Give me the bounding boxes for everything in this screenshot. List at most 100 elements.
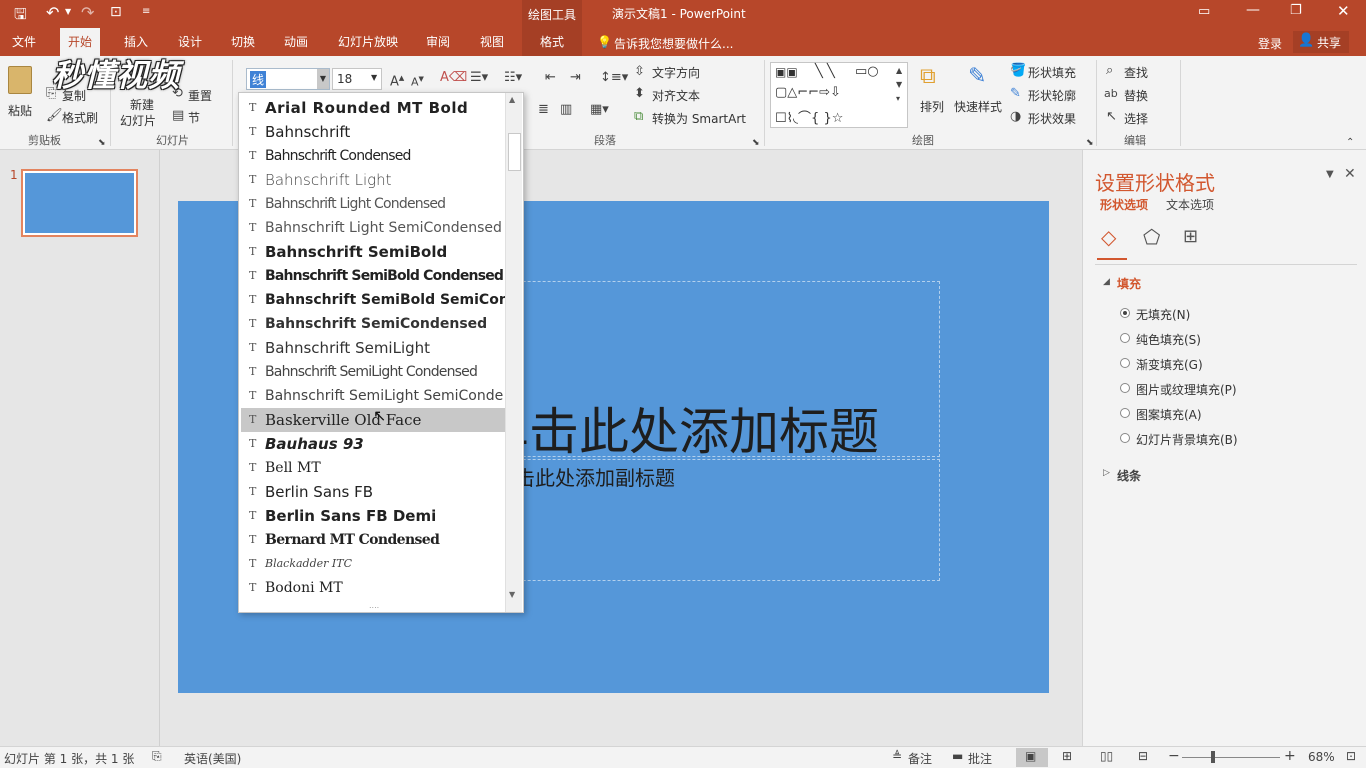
font-size-box[interactable]: 18 ▼ xyxy=(332,68,382,90)
rounded-rect-shape-icon[interactable]: ▢△⌐⌐⇨⇩ xyxy=(775,85,841,100)
line-expand-icon[interactable]: ▷ xyxy=(1103,468,1110,478)
spellcheck-icon[interactable]: ⎘ xyxy=(152,749,162,764)
convert-smartart-button[interactable]: 转换为 SmartArt xyxy=(652,110,746,127)
tell-me-box[interactable]: 告诉我您想要做什么... xyxy=(614,35,733,52)
normal-view-button[interactable]: ▣ xyxy=(1016,748,1048,767)
share-button[interactable]: 👤 共享 xyxy=(1293,31,1349,53)
slide-sorter-icon[interactable]: ⊞ xyxy=(1062,749,1072,763)
align-text-button[interactable]: 对齐文本 xyxy=(652,87,700,104)
pane-options-icon[interactable]: ▼ xyxy=(1326,169,1334,180)
font-item[interactable]: T Bauhaus 93 xyxy=(241,432,505,456)
font-size-dropdown-icon[interactable]: ▼ xyxy=(371,73,377,82)
fill-radio-none[interactable] xyxy=(1120,308,1130,318)
fill-radio-solid[interactable] xyxy=(1120,333,1130,343)
save-icon[interactable]: 🖫 xyxy=(14,4,27,29)
fill-radio-pattern[interactable] xyxy=(1120,408,1130,418)
font-item[interactable]: T Bahnschrift Light Condensed xyxy=(241,192,505,216)
increase-indent-icon[interactable]: ⇥ xyxy=(570,71,581,85)
replace-button[interactable]: 替换 xyxy=(1124,87,1148,104)
justify-icon[interactable]: ≣ xyxy=(538,103,549,117)
minimize-icon[interactable]: — xyxy=(1246,2,1260,18)
font-item[interactable]: T Arial Rounded MT Bold xyxy=(241,96,505,120)
fill-option-label[interactable]: 渐变填充(G) xyxy=(1136,356,1203,373)
line-spacing-icon[interactable]: ↕≡▾ xyxy=(600,71,628,85)
resize-grip-icon[interactable]: .... xyxy=(369,601,379,610)
bullets-icon[interactable]: ☰▾ xyxy=(470,71,488,85)
gallery-scroll-icon[interactable]: ▲ ▼ ▾ xyxy=(896,64,902,106)
font-item[interactable]: T Bahnschrift Condensed xyxy=(241,144,505,168)
select-button[interactable]: 选择 xyxy=(1124,110,1148,127)
scroll-down-icon[interactable]: ▼ xyxy=(509,590,515,599)
effects-icon[interactable]: ⬠ xyxy=(1143,225,1160,249)
start-from-beginning-icon[interactable]: ⊡ xyxy=(110,4,122,20)
find-button[interactable]: 查找 xyxy=(1124,64,1148,81)
fill-option-label[interactable]: 图案填充(A) xyxy=(1136,406,1202,423)
font-item[interactable]: T Bodoni MT xyxy=(241,576,505,600)
new-slide-label-2[interactable]: 幻灯片 xyxy=(120,112,156,129)
tab-format[interactable]: 格式 xyxy=(522,28,582,56)
clear-formatting-icon[interactable]: A⌫ xyxy=(440,71,467,85)
quick-styles-button[interactable]: ✎ 快速样式 xyxy=(954,62,1006,128)
font-item[interactable]: T Bahnschrift Light xyxy=(241,168,505,192)
zoom-level[interactable]: 68% xyxy=(1308,750,1335,764)
tab-shape-options[interactable]: 形状选项 xyxy=(1100,196,1148,213)
tab-text-options[interactable]: 文本选项 xyxy=(1166,196,1214,213)
ribbon-display-options-icon[interactable]: ▭ xyxy=(1198,4,1210,19)
scroll-up-icon[interactable]: ▲ xyxy=(509,95,515,104)
font-item[interactable]: T Bahnschrift SemiLight Condensed xyxy=(241,360,505,384)
fill-option-label[interactable]: 无填充(N) xyxy=(1136,306,1190,323)
dialog-launcher-icon[interactable]: ⬊ xyxy=(752,136,760,150)
format-painter-button[interactable]: 格式刷 xyxy=(62,109,98,126)
freeform-shape-icon[interactable]: ☐⌇◟⌒{ }☆ xyxy=(775,107,843,126)
fill-option-label[interactable]: 纯色填充(S) xyxy=(1136,331,1201,348)
restore-icon[interactable]: ❐ xyxy=(1290,3,1302,18)
font-item[interactable]: T Bahnschrift SemiBold SemiConden xyxy=(241,288,505,312)
fill-expand-icon[interactable]: ◢ xyxy=(1103,277,1110,287)
font-item[interactable]: T Blackadder ITC xyxy=(241,552,505,576)
dialog-launcher-icon[interactable]: ⬊ xyxy=(1086,136,1094,150)
rectangle-shape-icon[interactable]: ▭○ xyxy=(855,64,879,79)
numbering-icon[interactable]: ☷▾ xyxy=(504,71,522,85)
slideshow-view-icon[interactable]: ⊟ xyxy=(1138,749,1148,763)
undo-dropdown-icon[interactable]: ▼ xyxy=(65,7,71,16)
font-dropdown-list[interactable]: T Arial Rounded MT Bold T Bahnschrift T Bah… xyxy=(238,92,524,613)
fill-radio-slide-bg[interactable] xyxy=(1120,433,1130,443)
shape-effects-button[interactable]: 形状效果 xyxy=(1028,110,1076,127)
section-button[interactable]: 节 xyxy=(188,109,200,126)
fill-option-label[interactable]: 幻灯片背景填充(B) xyxy=(1136,431,1238,448)
line-shape-icon[interactable]: ╲ ╲ xyxy=(815,64,835,79)
reading-view-icon[interactable]: ▯▯ xyxy=(1100,749,1113,763)
tab-slideshow[interactable]: 幻灯片放映 xyxy=(330,28,406,56)
font-item[interactable]: T Bahnschrift SemiLight SemiConde xyxy=(241,384,505,408)
decrease-font-size-icon[interactable]: A▼ xyxy=(411,72,424,90)
zoom-out-icon[interactable]: − xyxy=(1168,748,1180,764)
shapes-gallery[interactable]: ▣▣ ╲ ╲ ▭○ ▢△⌐⌐⇨⇩ ☐⌇◟⌒{ }☆ xyxy=(770,62,908,128)
font-item[interactable]: T Bahnschrift xyxy=(241,120,505,144)
font-item[interactable]: T Bahnschrift Light SemiCondensed xyxy=(241,216,505,240)
scrollbar-thumb[interactable] xyxy=(508,133,521,171)
sign-in-link[interactable]: 登录 xyxy=(1258,35,1282,52)
font-item[interactable]: T Berlin Sans FB xyxy=(241,480,505,504)
undo-icon[interactable]: ↶ xyxy=(46,3,59,22)
fill-line-icon[interactable]: ◇ xyxy=(1101,225,1116,249)
font-item[interactable]: T Bahnschrift SemiLight xyxy=(241,336,505,360)
fill-section-header[interactable]: 填充 xyxy=(1117,275,1141,292)
new-slide-label[interactable]: 新建 xyxy=(130,96,154,113)
font-item[interactable]: T Bahnschrift SemiCondensed xyxy=(241,312,505,336)
redo-icon[interactable]: ↷ xyxy=(81,3,94,22)
dialog-launcher-icon[interactable]: ⬊ xyxy=(98,136,106,150)
shape-outline-button[interactable]: 形状轮廓 xyxy=(1028,87,1076,104)
paste-button[interactable]: 粘贴 xyxy=(4,62,38,130)
font-item[interactable]: T Bell MT xyxy=(241,456,505,480)
text-direction-button[interactable]: 文字方向 xyxy=(652,64,700,81)
font-item[interactable]: T Bahnschrift SemiBold xyxy=(241,240,505,264)
pane-close-icon[interactable]: ✕ xyxy=(1344,166,1356,182)
fill-radio-picture[interactable] xyxy=(1120,383,1130,393)
font-name-dropdown-icon[interactable]: ▼ xyxy=(317,69,329,89)
textbox-shape-icon[interactable]: ▣▣ xyxy=(775,65,798,79)
fill-radio-gradient[interactable] xyxy=(1120,358,1130,368)
slide-thumbnail[interactable] xyxy=(21,169,138,237)
zoom-in-icon[interactable]: + xyxy=(1284,748,1296,764)
language-status[interactable]: 英语(美国) xyxy=(184,750,241,767)
font-item[interactable]: T Bernard MT Condensed xyxy=(241,528,505,552)
